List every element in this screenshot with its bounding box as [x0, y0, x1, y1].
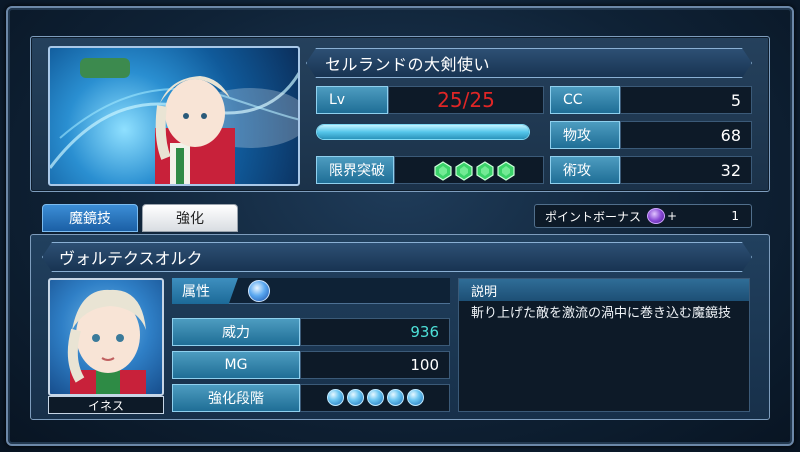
limit-break-gems-box: [394, 156, 544, 184]
point-bonus-bar: ポイントボーナス + 1: [534, 204, 752, 228]
limit-gem-icon: [455, 161, 473, 181]
character-portrait: [48, 46, 300, 186]
water-element-icon: [248, 280, 270, 302]
stat-patk-label: 物攻: [563, 128, 591, 144]
exp-bar: [316, 124, 530, 140]
enhance-orb-icon: [327, 389, 344, 406]
point-bonus-value: 1: [731, 209, 739, 223]
enhance-orb-icon: [347, 389, 364, 406]
power-label-box: 威力: [172, 318, 300, 346]
character-title-bar: セルランドの大剣使い: [306, 48, 752, 78]
mg-value: 100: [410, 356, 439, 374]
tab-enhance-label: 強化: [176, 211, 204, 227]
lv-value-box: 25/25: [388, 86, 544, 114]
enhance-orb-icon: [387, 389, 404, 406]
tab-mirror-skill-label: 魔鏡技: [69, 211, 111, 227]
power-label: 威力: [222, 325, 250, 341]
lv-label: Lv: [329, 92, 346, 108]
stat-aatk-label-box: 術攻: [550, 156, 620, 184]
character-title: セルランドの大剣使い: [325, 55, 491, 74]
skill-character-name-text: イネス: [87, 398, 124, 413]
enhance-orb-icon: [407, 389, 424, 406]
limit-gem-icon: [497, 161, 515, 181]
description-text: 斬り上げた敵を激流の渦中に巻き込む魔鏡技: [471, 306, 732, 321]
limit-gem-icon: [476, 161, 494, 181]
mg-label: MG: [224, 357, 248, 373]
enhance-level-orbs-box: [300, 384, 450, 412]
description-label: 説明: [471, 284, 498, 300]
mg-value-box: 100: [300, 351, 450, 379]
stat-cc-label: CC: [563, 92, 583, 108]
mg-label-box: MG: [172, 351, 300, 379]
limit-gem-icon: [434, 161, 452, 181]
stat-patk-value-box: 68: [620, 121, 752, 149]
limit-break-label: 限界突破: [329, 163, 385, 179]
lv-label-box: Lv: [316, 86, 388, 114]
power-value-box: 936: [300, 318, 450, 346]
stat-patk-value: 68: [720, 125, 741, 145]
enhance-level-label: 強化段階: [208, 391, 264, 407]
exp-bar-fill: [317, 125, 529, 139]
stat-cc-value: 5: [730, 90, 741, 110]
power-value: 936: [410, 323, 439, 341]
attribute-label-box: 属性: [172, 278, 238, 304]
tab-enhance[interactable]: 強化: [142, 204, 238, 232]
limit-break-label-box: 限界突破: [316, 156, 394, 184]
stat-aatk-value-box: 32: [620, 156, 752, 184]
point-bonus-label: ポイントボーナス: [545, 209, 642, 224]
enhance-level-label-box: 強化段階: [172, 384, 300, 412]
enhance-orb-icon: [367, 389, 384, 406]
bonus-orb-icon: [647, 208, 666, 224]
tab-mirror-skill[interactable]: 魔鏡技: [42, 204, 138, 232]
point-bonus-plus: +: [667, 209, 678, 223]
description-header: 説明: [459, 279, 749, 301]
stat-aatk-value: 32: [720, 160, 741, 180]
skill-character-name: イネス: [48, 396, 164, 414]
description-box: 説明 斬り上げた敵を激流の渦中に巻き込む魔鏡技: [458, 278, 750, 412]
skill-name: ヴォルテクスオルク: [59, 249, 203, 268]
stat-cc-label-box: CC: [550, 86, 620, 114]
skill-character-portrait: [48, 278, 164, 396]
stat-aatk-label: 術攻: [563, 163, 591, 179]
stat-patk-label-box: 物攻: [550, 121, 620, 149]
lv-value: 25/25: [437, 88, 495, 112]
stat-cc-value-box: 5: [620, 86, 752, 114]
skill-title-bar: ヴォルテクスオルク: [42, 242, 752, 272]
attribute-label: 属性: [182, 284, 210, 300]
attribute-row: 属性: [172, 278, 450, 304]
